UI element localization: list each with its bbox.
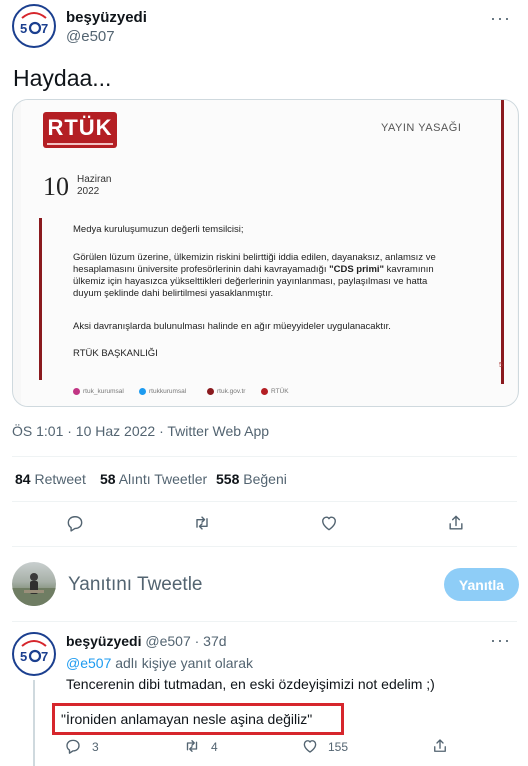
document-day: 10: [43, 172, 69, 201]
right-rule: [501, 100, 504, 384]
reply-author-name[interactable]: beşyüzyedi: [66, 633, 141, 649]
document-month-year: Haziran 2022: [77, 174, 112, 197]
divider: [12, 621, 517, 622]
document-warning: Aksi davranışlarda bulunulması halinde e…: [73, 321, 391, 332]
page-number: 5: [499, 362, 503, 369]
reply-button[interactable]: Yanıtla: [444, 568, 519, 601]
social-instagram: rtuk_kurumsal: [73, 388, 124, 395]
svg-text:5: 5: [20, 649, 27, 664]
replying-to: @e507 adlı kişiye yanıt olarak: [66, 655, 253, 671]
social-web: rtuk.gov.tr: [207, 388, 245, 395]
document-signature: RTÜK BAŞKANLIĞI: [73, 348, 158, 359]
web-icon: [207, 388, 214, 395]
likes-stat[interactable]: 558 Beğeni: [216, 471, 287, 487]
e507-logo-icon: 5 7: [15, 635, 53, 673]
divider: [12, 546, 517, 547]
retweet-icon[interactable]: [192, 513, 212, 533]
reply-like-icon[interactable]: [301, 737, 319, 755]
divider: [12, 456, 517, 457]
document-type: YAYIN YASAĞI: [381, 122, 462, 134]
avatar-photo-icon: [12, 573, 56, 606]
reply-likes-count: 155: [328, 740, 349, 754]
left-rule: [39, 218, 42, 380]
youtube-icon: [261, 388, 268, 395]
author-name[interactable]: beşyüzyedi: [66, 9, 147, 26]
author-avatar[interactable]: 5 7: [12, 4, 56, 48]
retweets-stat[interactable]: 84 Retweet: [15, 471, 86, 487]
reply-replies-count: 3: [92, 740, 99, 754]
more-options-icon[interactable]: ···: [490, 8, 511, 29]
document-greeting: Medya kuruluşumuzun değerli temsilcisi;: [73, 224, 244, 235]
reply-author-handle[interactable]: @e507: [145, 633, 190, 649]
svg-text:7: 7: [41, 21, 48, 36]
reply-text: Tencerenin dibi tutmadan, en eski özdeyi…: [66, 676, 435, 692]
reply-retweets-count: 4: [211, 740, 218, 754]
reply-reply-icon[interactable]: [64, 737, 82, 755]
share-icon[interactable]: [446, 513, 466, 533]
divider: [12, 501, 517, 502]
document-body: Görülen lüzum üzerine, ülkemizin riskini…: [73, 252, 436, 299]
social-youtube: RTÜK: [261, 388, 289, 395]
tweet-timestamp[interactable]: ÖS 1:01 · 10 Haz 2022 · Twitter Web App: [12, 423, 269, 439]
like-icon[interactable]: [319, 513, 339, 533]
social-twitter: rtukkurumsal: [139, 388, 186, 395]
reply-header: beşyüzyedi @e507 · 37d: [66, 633, 227, 649]
thread-line: [33, 680, 35, 766]
tweet-image[interactable]: RTÜK YAYIN YASAĞI 10 Haziran 2022 5 Medy…: [12, 99, 519, 407]
reply-input[interactable]: Yanıtını Tweetle: [68, 574, 203, 596]
reply-quote: "İroniden anlamayan nesle aşina değiliz": [61, 711, 313, 727]
instagram-icon: [73, 388, 80, 395]
document-image: RTÜK YAYIN YASAĞI 10 Haziran 2022 5 Medy…: [21, 100, 517, 406]
reply-icon[interactable]: [65, 513, 85, 533]
reply-author-avatar[interactable]: 5 7: [12, 632, 56, 676]
author-handle[interactable]: @e507: [66, 28, 115, 45]
rtuk-logo: RTÜK: [43, 112, 117, 148]
reply-retweet-icon[interactable]: [183, 737, 201, 755]
current-user-avatar[interactable]: [12, 562, 56, 606]
reply-share-icon[interactable]: [431, 737, 449, 755]
reply-more-options-icon[interactable]: ···: [490, 630, 511, 651]
tweet-text: Haydaa...: [13, 65, 112, 91]
svg-text:5: 5: [20, 21, 27, 36]
reply-age[interactable]: · 37d: [195, 633, 227, 649]
quotes-stat[interactable]: 58 Alıntı Tweetler: [100, 471, 207, 487]
twitter-icon: [139, 388, 146, 395]
e507-logo-icon: 5 7: [15, 7, 53, 45]
replying-to-link[interactable]: @e507: [66, 655, 111, 671]
svg-text:7: 7: [41, 649, 48, 664]
